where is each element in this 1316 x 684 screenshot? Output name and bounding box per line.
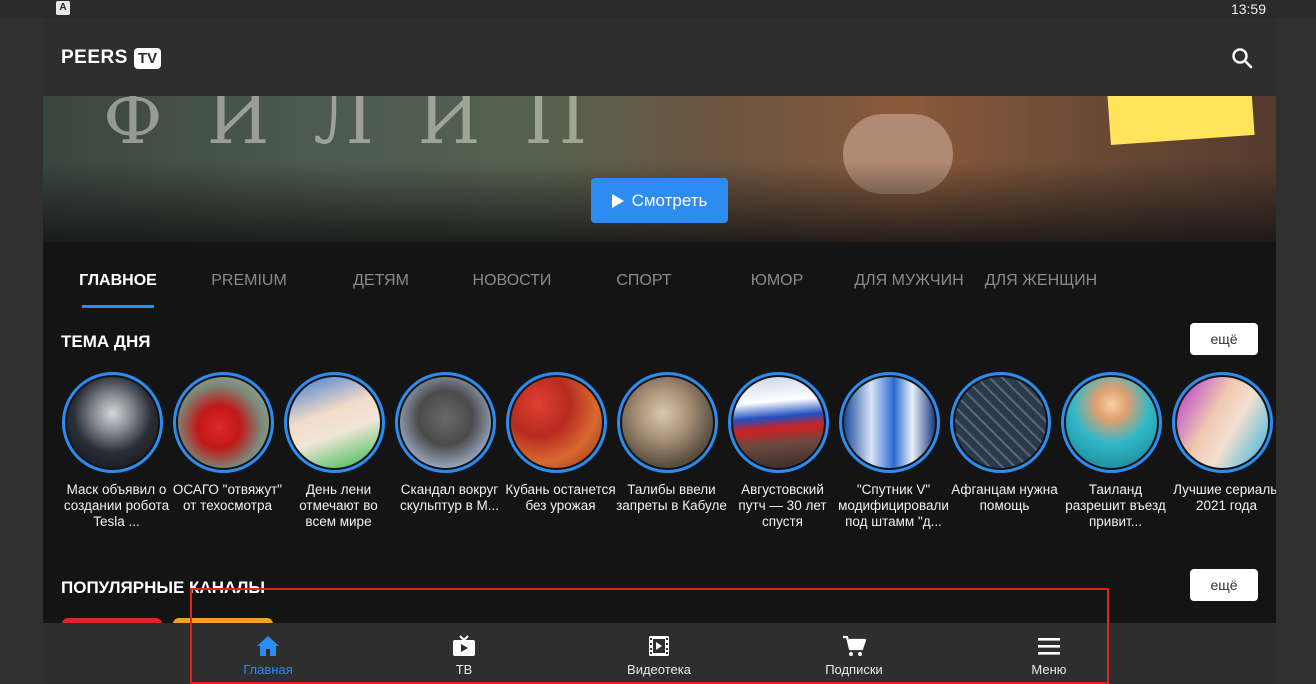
story-caption: Талибы ввели запреты в Кабуле [616,482,727,513]
story-thumbnail [1172,372,1273,473]
story-item[interactable]: ОСАГО "отвяжут" от техосмотра [172,372,283,530]
story-thumbnail [395,372,496,473]
bottom-navigation: Главная ТВ Видеотека Подписки Меню [43,623,1276,684]
story-thumbnail [728,372,829,473]
menu-icon [1038,638,1060,655]
nav-menu[interactable]: Меню [979,623,1119,684]
story-caption: Скандал вокруг скульптур в М... [399,482,500,513]
story-item[interactable]: Маск объявил о создании робота Tesla ... [61,372,172,530]
story-thumbnail [173,372,274,473]
home-icon [257,636,279,656]
nav-video-library-label: Видеотека [627,662,691,677]
app-bar: PEERS TV [43,18,1276,96]
topic-of-day-more-button[interactable]: ещё [1190,323,1258,355]
watch-button[interactable]: Смотреть [591,178,728,223]
story-caption: "Спутник V" модифицировали под штамм "д.… [838,482,949,529]
tab-for-women[interactable]: ДЛЯ ЖЕНЩИН [975,272,1107,308]
story-item[interactable]: Скандал вокруг скульптур в М... [394,372,505,530]
tab-main[interactable]: ГЛАВНОЕ [52,272,184,308]
screen: A 13:59 PEERS TV ФИЛИП Смотреть ГЛАВНОЕ [0,0,1316,684]
tab-premium[interactable]: PREMIUM [183,272,315,308]
play-icon [611,193,624,208]
story-caption: Августовский путч — 30 лет спустя [738,482,827,529]
tv-icon [453,635,475,656]
tab-news[interactable]: НОВОСТИ [446,272,578,308]
peers-tv-logo[interactable]: PEERS TV [61,47,162,69]
tab-kids[interactable]: ДЕТЯМ [315,272,447,308]
logo-badge: TV [133,47,162,69]
popular-channels-title: ПОПУЛЯРНЫЕ КАНАЛЫ [61,578,266,597]
film-icon [649,636,669,656]
story-caption: Кубань останется без урожая [505,482,616,513]
story-caption: Таиланд разрешит въезд привит... [1065,482,1166,529]
nav-menu-label: Меню [1031,662,1067,677]
status-bar: A 13:59 [0,0,1316,18]
story-caption: Лучшие сериалы 2021 года [1173,482,1276,513]
story-item[interactable]: "Спутник V" модифицировали под штамм "д.… [838,372,949,530]
banner-artwork: ФИЛИП [103,96,632,160]
story-item[interactable]: Талибы ввели запреты в Кабуле [616,372,727,530]
banner-artwork-note [1107,96,1255,145]
story-item[interactable]: Кубань останется без урожая [505,372,616,530]
story-thumbnail [62,372,163,473]
story-thumbnail [284,372,385,473]
story-item[interactable]: Афганцам нужна помощь [949,372,1060,530]
nav-tv-label: ТВ [455,662,473,677]
status-app-icon: A [56,1,70,15]
popular-channels-more-button[interactable]: ещё [1190,569,1258,601]
topic-of-day-stories: Маск объявил о создании робота Tesla ...… [61,372,1276,542]
story-caption: ОСАГО "отвяжут" от техосмотра [172,482,283,513]
story-item[interactable]: Лучшие сериалы 2021 года [1171,372,1276,530]
search-icon[interactable] [1230,46,1254,70]
topic-of-day-title: ТЕМА ДНЯ [61,332,151,351]
active-tab-indicator [82,305,154,308]
nav-home[interactable]: Главная [198,623,338,684]
nav-subscriptions[interactable]: Подписки [784,623,924,684]
nav-subscriptions-label: Подписки [825,662,883,677]
story-caption: День лени отмечают во всем мире [299,482,378,529]
category-tabs: ГЛАВНОЕ PREMIUM ДЕТЯМ НОВОСТИ СПОРТ ЮМОР… [43,242,1276,308]
story-item[interactable]: Августовский путч — 30 лет спустя [727,372,838,530]
hero-banner[interactable]: ФИЛИП Смотреть [43,96,1276,242]
nav-tv[interactable]: ТВ [394,623,534,684]
app-window: PEERS TV ФИЛИП Смотреть ГЛАВНОЕ PREMIUM … [43,18,1276,684]
tab-humor[interactable]: ЮМОР [711,272,843,308]
story-caption: Маск объявил о создании робота Tesla ... [63,482,170,529]
story-thumbnail [506,372,607,473]
nav-home-label: Главная [243,662,293,677]
logo-text: PEERS [61,47,128,68]
story-thumbnail [839,372,940,473]
story-item[interactable]: Таиланд разрешит въезд привит... [1060,372,1171,530]
story-thumbnail [950,372,1051,473]
cart-icon [843,635,867,656]
tab-for-men[interactable]: ДЛЯ МУЖЧИН [843,272,975,308]
status-time: 13:59 [1230,1,1266,17]
story-thumbnail [1061,372,1162,473]
tab-sport[interactable]: СПОРТ [578,272,710,308]
nav-video-library[interactable]: Видеотека [589,623,729,684]
story-thumbnail [617,372,718,473]
watch-button-label: Смотреть [631,190,708,210]
story-caption: Афганцам нужна помощь [951,482,1058,513]
story-item[interactable]: День лени отмечают во всем мире [283,372,394,530]
